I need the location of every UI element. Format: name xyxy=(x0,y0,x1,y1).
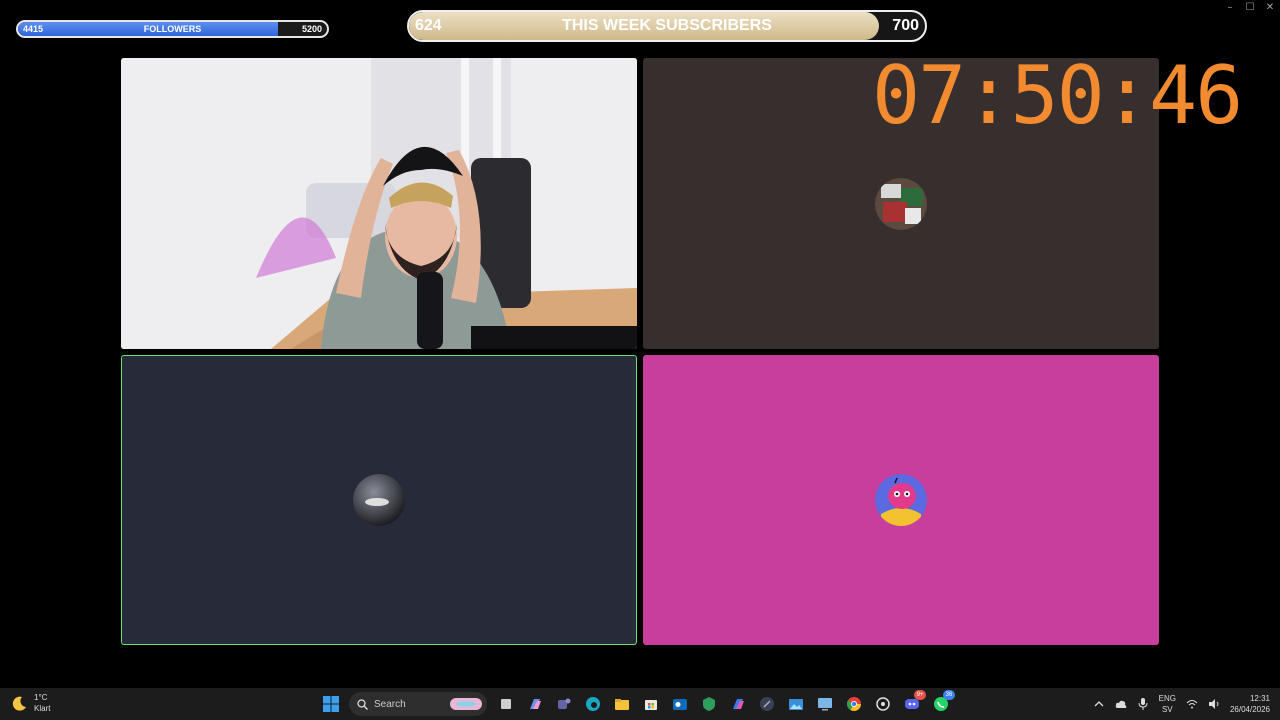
clock-time: 12:31 xyxy=(1249,694,1270,703)
weather-temp: 1°C xyxy=(34,693,48,702)
volume-icon[interactable] xyxy=(1208,698,1220,710)
remote-desktop-icon[interactable] xyxy=(814,694,835,715)
wifi-icon[interactable] xyxy=(1186,698,1198,710)
followers-goal-bar: 4415 FOLLOWERS 5200 xyxy=(16,20,329,38)
file-explorer-icon[interactable] xyxy=(611,694,632,715)
followers-goal: 5200 xyxy=(301,24,322,34)
participant-avatar xyxy=(353,474,405,526)
taskbar-apps: Search 9+ 36 xyxy=(320,689,955,717)
maximize-icon[interactable]: ☐ xyxy=(1240,0,1260,16)
window-controls: – ☐ ✕ xyxy=(1220,0,1280,16)
search-icon xyxy=(357,698,368,710)
subscribers-goal-bar: 624 THIS WEEK SUBSCRIBERS 700 xyxy=(407,10,927,42)
system-tray: ENG SV 12:31 26/04/2026 xyxy=(1093,690,1270,718)
search-label: Search xyxy=(374,698,406,710)
keyboard-layout: SV xyxy=(1161,705,1173,714)
minimize-icon[interactable]: – xyxy=(1220,0,1240,16)
photos-icon[interactable] xyxy=(785,694,806,715)
microsoft-store-icon[interactable] xyxy=(640,694,661,715)
chatgpt-icon[interactable] xyxy=(872,694,893,715)
chevron-up-icon[interactable] xyxy=(1093,698,1105,710)
vpn-icon[interactable] xyxy=(698,694,719,715)
participant-avatar xyxy=(875,474,927,526)
subscribers-goal: 700 xyxy=(892,17,919,34)
chrome-icon[interactable] xyxy=(843,694,864,715)
participant-avatar xyxy=(875,177,927,230)
language-indicator[interactable]: ENG SV xyxy=(1159,693,1176,715)
microphone-icon[interactable] xyxy=(1137,698,1149,710)
cloud-icon[interactable] xyxy=(1115,698,1127,710)
subscribers-label: THIS WEEK SUBSCRIBERS xyxy=(562,17,772,34)
participant-tile-3[interactable] xyxy=(121,355,637,645)
discord-badge: 9+ xyxy=(914,689,926,700)
countdown-timer: 07:50:46 xyxy=(872,49,1243,142)
moon-icon xyxy=(12,696,26,711)
language-code: ENG xyxy=(1158,694,1176,703)
copilot-art-icon xyxy=(450,698,482,710)
copilot-icon[interactable] xyxy=(524,694,545,715)
taskbar: 1°C Klart Search 9+ 36 ENG SV 12:31 26/0… xyxy=(0,688,1280,720)
close-icon[interactable]: ✕ xyxy=(1260,0,1280,16)
whatsapp-badge: 36 xyxy=(943,689,955,700)
weather-widget[interactable]: 1°C Klart xyxy=(12,692,50,714)
app-icon[interactable] xyxy=(756,694,777,715)
webcam-tile[interactable] xyxy=(121,58,637,349)
webcam-video xyxy=(121,58,637,349)
windows-start-icon[interactable] xyxy=(320,694,341,715)
stream-overlay: – ☐ ✕ 4415 FOLLOWERS 5200 624 THIS WEEK … xyxy=(0,0,1280,720)
participant-tile-4[interactable] xyxy=(643,355,1159,645)
edge-icon[interactable] xyxy=(582,694,603,715)
m365-icon[interactable] xyxy=(727,694,748,715)
clock[interactable]: 12:31 26/04/2026 xyxy=(1230,693,1270,715)
whatsapp-icon[interactable]: 36 xyxy=(930,689,955,715)
clock-date: 26/04/2026 xyxy=(1229,705,1270,714)
file-icon[interactable] xyxy=(495,694,516,715)
teams-icon[interactable] xyxy=(553,694,574,715)
outlook-icon[interactable] xyxy=(669,694,690,715)
taskbar-search[interactable]: Search xyxy=(349,692,487,716)
discord-icon[interactable]: 9+ xyxy=(901,689,926,715)
weather-condition: Klart xyxy=(34,704,51,713)
followers-label: FOLLOWERS xyxy=(143,24,202,34)
